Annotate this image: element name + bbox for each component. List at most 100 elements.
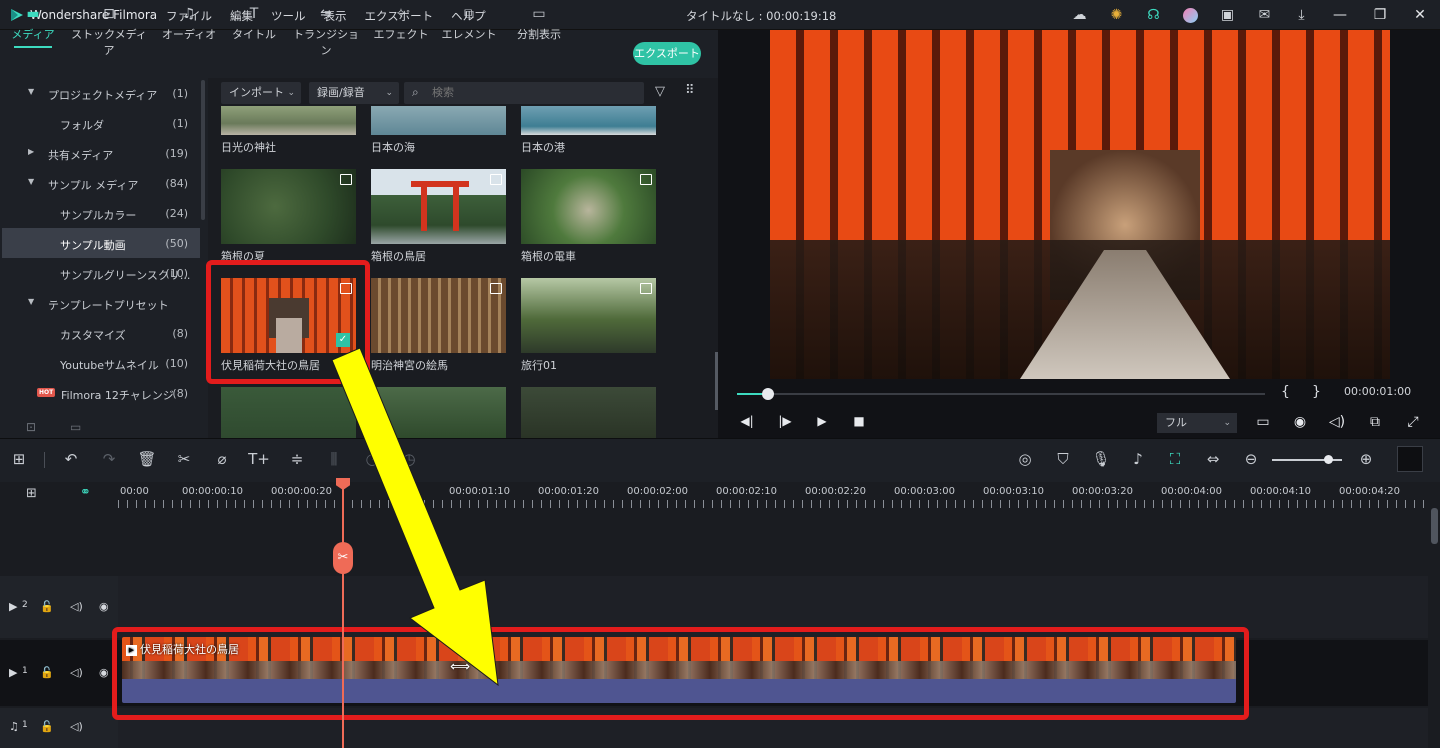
sidebar-item-customize[interactable]: カスタマイズ (8) xyxy=(0,318,200,348)
microphone-icon[interactable]: 🎙 xyxy=(1090,450,1112,468)
lock-icon[interactable]: 🔓 xyxy=(40,666,54,679)
lock-icon[interactable]: 🔓 xyxy=(40,600,54,613)
media-thumbnail[interactable] xyxy=(221,106,356,135)
add-track-icon[interactable]: ⊞ xyxy=(26,486,37,501)
media-thumbnail[interactable] xyxy=(521,387,656,438)
mark-out-button[interactable]: } xyxy=(1312,384,1321,400)
sidebar-item-project-media[interactable]: ▼ プロジェクトメディア (1) xyxy=(0,78,200,108)
media-thumbnail[interactable] xyxy=(371,106,506,135)
cloud-icon[interactable]: ☁ xyxy=(1061,0,1098,30)
expand-right-icon: ▶ xyxy=(28,147,35,156)
minimize-button[interactable]: — xyxy=(1320,0,1360,30)
link-icon[interactable]: ⚭ xyxy=(80,485,91,500)
zoom-slider-knob[interactable] xyxy=(1324,455,1333,464)
new-folder-icon[interactable]: ⊡ xyxy=(26,420,36,434)
preview-time: 00:00:01:00 xyxy=(1344,385,1412,398)
preview-progress-track[interactable] xyxy=(737,393,1265,395)
ruler-label: 00:00:03:00 xyxy=(894,486,956,497)
prev-frame-icon[interactable]: ◀| xyxy=(737,414,757,432)
ruler-label: 00:00:02:00 xyxy=(627,486,689,497)
media-thumbnail[interactable] xyxy=(521,278,656,353)
media-label: 箱根の電車 xyxy=(521,250,576,263)
grid-view-icon[interactable]: ⠿ xyxy=(685,83,695,98)
layout-grid-icon[interactable]: ⊞ xyxy=(8,450,30,468)
tab-stock-media[interactable]: ⊡ ストックメディア xyxy=(70,0,148,57)
layout-icon[interactable]: ⧉ xyxy=(1365,414,1385,432)
preview-scrubber[interactable] xyxy=(762,388,774,400)
sidebar-item-green-screen[interactable]: サンプルグリーンスクリ... (10) xyxy=(0,258,200,288)
fullscreen-icon[interactable]: ⤢ xyxy=(1403,414,1423,432)
tag-icon[interactable]: ⌀ xyxy=(211,450,233,468)
snap-icon[interactable]: ⛶ xyxy=(1164,450,1186,468)
fit-icon[interactable]: ⇔ xyxy=(1202,450,1224,468)
tab-media[interactable]: ▬ メディア xyxy=(4,0,62,48)
text-title-icon: T xyxy=(249,6,259,22)
render-icon[interactable]: ◎ xyxy=(1014,450,1036,468)
speaker-icon[interactable]: ◁) xyxy=(70,600,83,613)
ruler-label: 00:00:04:00 xyxy=(1161,486,1223,497)
sidebar-item-sample-media[interactable]: ▼ サンプル メディア (84) xyxy=(0,168,200,198)
cut-icon[interactable]: ✂ xyxy=(173,450,195,468)
maximize-button[interactable]: ❐ xyxy=(1360,0,1400,30)
sidebar-item-sample-video[interactable]: サンプル動画 (50) xyxy=(2,228,200,258)
add-text-icon[interactable]: T+ xyxy=(248,450,270,468)
close-button[interactable]: ✕ xyxy=(1400,0,1440,30)
marker-icon[interactable]: ⛉ xyxy=(1052,450,1074,468)
tab-elements[interactable]: ⧉ エレメント xyxy=(440,0,498,48)
media-thumbnail[interactable] xyxy=(371,169,506,244)
download-icon[interactable]: ⤓ xyxy=(1283,0,1320,30)
chevron-down-icon: ⌄ xyxy=(385,88,393,98)
tab-titles[interactable]: T タイトル xyxy=(226,0,282,48)
ruler-label: 00:00:03:10 xyxy=(983,486,1045,497)
sidebar-item-youtube-thumbnail[interactable]: Youtubeサムネイル (10) xyxy=(0,348,200,378)
play-icon[interactable]: ▶ xyxy=(812,414,832,432)
eye-icon[interactable]: ◉ xyxy=(99,666,109,679)
search-input[interactable] xyxy=(404,82,644,104)
record-dropdown[interactable]: 録画/録音 ⌄ xyxy=(309,82,399,104)
next-frame-icon[interactable]: |▶ xyxy=(775,414,795,432)
eye-icon[interactable]: ◉ xyxy=(99,600,109,613)
sidebar-item-sample-color[interactable]: サンプルカラー (24) xyxy=(0,198,200,228)
sidebar-item-shared-media[interactable]: ▶ 共有メディア (19) xyxy=(0,138,200,168)
media-thumbnail[interactable] xyxy=(521,169,656,244)
monitor-icon[interactable]: ▭ xyxy=(1253,414,1273,432)
chevron-down-icon: ⌄ xyxy=(1223,418,1231,428)
tab-transitions[interactable]: ⇋ トランジション xyxy=(290,0,362,57)
sidebar-item-template-presets[interactable]: ▼ テンプレートプリセット xyxy=(0,288,200,318)
sidebar-item-folder[interactable]: フォルダ (1) xyxy=(0,108,200,138)
headset-icon[interactable]: ☊ xyxy=(1135,0,1172,30)
tab-audio[interactable]: ♫ オーディオ xyxy=(160,0,218,48)
tab-split-screen[interactable]: ▭ 分割表示 xyxy=(508,0,570,48)
mail-icon[interactable]: ✉ xyxy=(1246,0,1283,30)
ruler-label: 00:00:02:10 xyxy=(716,486,778,497)
undo-icon[interactable]: ↶ xyxy=(60,450,82,468)
quality-dropdown[interactable]: フル ⌄ xyxy=(1157,413,1237,433)
zoom-in-icon[interactable]: ⊕ xyxy=(1355,450,1377,468)
timeline-scrollbar[interactable] xyxy=(1431,508,1438,544)
sidebar-scrollbar[interactable] xyxy=(201,80,205,220)
zoom-out-icon[interactable]: ⊖ xyxy=(1240,450,1262,468)
export-button[interactable]: エクスポート xyxy=(633,42,701,65)
folder-icon: ▬ xyxy=(26,6,40,22)
panel-toggle-icon[interactable] xyxy=(1397,446,1423,472)
volume-icon[interactable]: ◁) xyxy=(1327,414,1347,432)
redo-icon[interactable]: ↷ xyxy=(98,450,120,468)
save-icon[interactable]: ▣ xyxy=(1209,0,1246,30)
tab-effects[interactable]: ✧ エフェクト xyxy=(372,0,430,48)
speaker-icon[interactable]: ◁) xyxy=(70,720,83,733)
folder-icon[interactable]: ▭ xyxy=(70,420,81,434)
import-dropdown[interactable]: インポート ⌄ xyxy=(221,82,301,104)
lightbulb-icon[interactable]: ✺ xyxy=(1098,0,1135,30)
speaker-icon[interactable]: ◁) xyxy=(70,666,83,679)
lock-icon[interactable]: 🔓 xyxy=(40,720,54,733)
media-thumbnail[interactable] xyxy=(221,169,356,244)
filter-icon[interactable]: ▽ xyxy=(655,84,665,99)
delete-icon[interactable]: 🗑 xyxy=(136,450,158,468)
music-list-icon[interactable]: ♪ xyxy=(1127,450,1149,468)
sidebar-item-filmora-challenge[interactable]: HOT Filmora 12チャレンジ (8) xyxy=(0,378,200,408)
mark-in-button[interactable]: { xyxy=(1281,384,1290,400)
media-thumbnail[interactable] xyxy=(521,106,656,135)
avatar-icon[interactable] xyxy=(1172,0,1209,30)
snapshot-icon[interactable]: ◉ xyxy=(1290,414,1310,432)
stop-icon[interactable]: ■ xyxy=(849,414,869,432)
